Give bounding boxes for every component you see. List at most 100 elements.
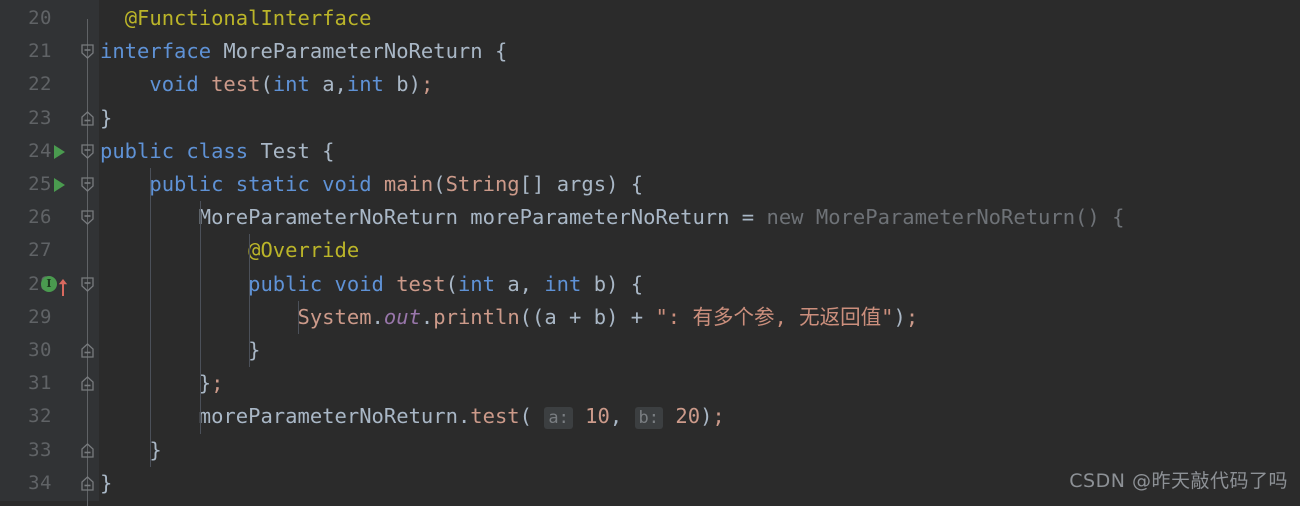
code-token-num: 10 (585, 404, 610, 429)
code-token-dim: new (766, 205, 816, 230)
code-line[interactable]: } (100, 334, 1300, 367)
implementing-method-icon[interactable]: I (38, 268, 74, 301)
code-token-ident: b (593, 304, 607, 329)
code-token-op: + (618, 304, 656, 329)
code-token-kw: int (457, 271, 508, 296)
code-token-punct: , (609, 404, 635, 429)
indent-guide (248, 334, 250, 368)
indent-guide (199, 367, 201, 401)
code-line[interactable]: @FunctionalInterface (100, 2, 1300, 35)
code-token-ident: a (544, 304, 557, 329)
code-line[interactable]: interface MoreParameterNoReturn { (100, 35, 1300, 68)
code-token-punct: ) (700, 404, 713, 429)
line-number: 33 (28, 438, 52, 461)
code-token-semi: ; (211, 371, 224, 396)
code-line[interactable]: public static void main(String[] args) { (100, 168, 1300, 201)
code-editor[interactable]: 202122232425262728I293031323334 @Functio… (0, 0, 1300, 506)
fold-collapse-start-icon[interactable] (79, 176, 96, 193)
code-token-punct: ( (260, 72, 273, 97)
code-line[interactable]: System.out.println((a + b) + ": 有多个参, 无返… (100, 301, 1300, 334)
code-token-field: out (383, 304, 421, 329)
code-token-ident: MoreParameterNoReturn (223, 39, 483, 64)
fold-collapse-start-icon[interactable] (79, 209, 96, 226)
code-token-punct (100, 338, 248, 362)
code-token-punct: } (100, 470, 113, 495)
code-token-punct (573, 404, 585, 428)
fold-collapse-start-icon[interactable] (79, 276, 96, 293)
line-number: 22 (28, 73, 52, 96)
code-line[interactable]: public void test(int a, int b) { (100, 268, 1300, 301)
fold-collapse-end-icon[interactable] (79, 342, 96, 359)
indent-guide (199, 334, 201, 368)
indent-guide (199, 400, 201, 434)
code-token-hint: b: (634, 407, 664, 430)
code-token-ident: Test (260, 138, 310, 163)
run-triangle-icon[interactable] (50, 168, 74, 201)
indent-guide (150, 168, 152, 202)
code-line[interactable]: } (100, 434, 1300, 467)
code-token-punct (663, 404, 675, 428)
code-token-fn: test (470, 404, 520, 429)
indent-guide (150, 433, 152, 467)
indent-guide (199, 234, 201, 268)
code-line[interactable]: }; (100, 367, 1300, 400)
fold-collapse-end-icon[interactable] (79, 375, 96, 392)
line-number: 31 (28, 372, 52, 395)
code-token-punct (100, 238, 248, 262)
code-token-type: String (445, 172, 520, 196)
fold-collapse-end-icon[interactable] (79, 110, 96, 127)
code-token-kw: int (346, 72, 397, 97)
code-line[interactable]: @Override (100, 234, 1300, 267)
code-line[interactable]: MoreParameterNoReturn moreParameterNoRet… (100, 201, 1300, 234)
code-token-kw: interface (100, 39, 224, 64)
run-triangle-icon[interactable] (50, 135, 74, 168)
code-token-semi: ; (905, 304, 919, 329)
fold-collapse-start-icon[interactable] (79, 143, 96, 160)
code-token-op: = (729, 205, 767, 230)
code-token-punct: ) { (606, 172, 644, 196)
line-number: 32 (28, 405, 52, 428)
code-token-punct: (( (519, 304, 545, 329)
code-token-punct: [] (519, 172, 557, 196)
indent-guide (150, 201, 152, 235)
code-line[interactable]: public class Test { (100, 135, 1300, 168)
code-token-punct: ) { (606, 271, 644, 296)
code-token-kw: public static void (149, 172, 384, 196)
indent-guide (248, 267, 250, 301)
code-token-punct: { (482, 39, 508, 64)
indent-guide (248, 234, 250, 268)
fold-collapse-end-icon[interactable] (79, 475, 96, 492)
code-token-punct: . (420, 304, 434, 329)
indent-guide (199, 300, 201, 334)
code-token-punct: ) (606, 304, 619, 329)
code-token-fn: test (396, 271, 446, 296)
indent-guide (150, 400, 152, 434)
code-token-punct (100, 172, 149, 196)
code-line[interactable]: void test(int a,int b); (100, 68, 1300, 101)
code-token-kw: public void (248, 271, 397, 296)
indent-guide (150, 334, 152, 368)
code-token-punct: } (248, 338, 261, 362)
line-number: 29 (28, 305, 52, 328)
code-token-ident: moreParameterNoReturn (470, 205, 730, 230)
line-number: 21 (28, 40, 52, 63)
code-line[interactable]: } (100, 102, 1300, 135)
code-token-ident: args (556, 172, 607, 196)
code-token-hint: a: (544, 407, 573, 430)
line-number: 25 (28, 173, 52, 195)
code-token-fn: test (211, 72, 261, 97)
fold-collapse-end-icon[interactable] (79, 442, 96, 459)
code-line[interactable]: moreParameterNoReturn.test( a: 10, b: 20… (100, 400, 1300, 433)
code-token-ident: moreParameterNoReturn (198, 404, 458, 429)
line-number: 23 (28, 106, 52, 129)
code-content-area[interactable]: @FunctionalInterface interface MoreParame… (100, 0, 1300, 501)
indent-guide (248, 300, 250, 334)
code-token-punct: , (334, 72, 347, 97)
code-token-punct: . (457, 404, 471, 429)
code-folding-column[interactable] (76, 0, 99, 506)
csdn-watermark: CSDN @昨天敲代码了吗 (1069, 470, 1288, 492)
code-token-anno: @Override (248, 238, 360, 263)
code-token-fn: println (433, 304, 520, 329)
fold-collapse-start-icon[interactable] (79, 43, 96, 60)
code-token-punct (100, 6, 125, 30)
